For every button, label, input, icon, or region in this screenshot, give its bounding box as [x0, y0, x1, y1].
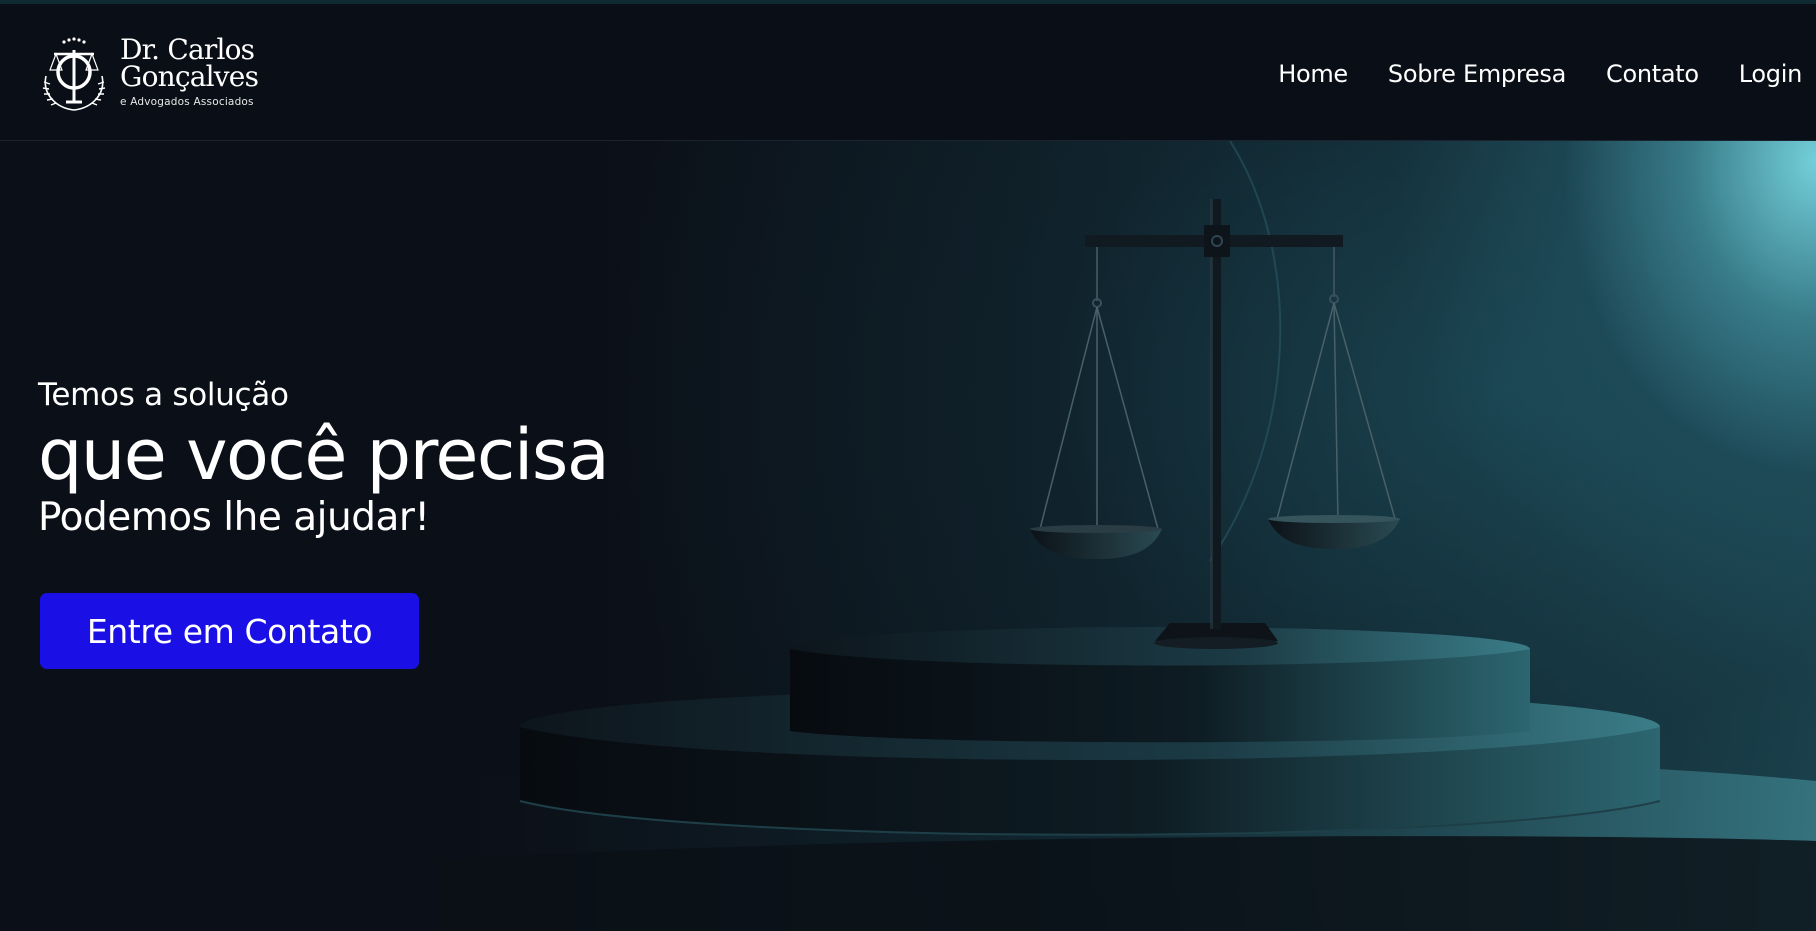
hero-text-block: Temos a solução que você precisa Podemos… — [38, 377, 610, 540]
brand-logo[interactable]: Dr. Carlos Gonçalves e Advogados Associa… — [38, 32, 268, 116]
contact-cta-button[interactable]: Entre em Contato — [40, 593, 419, 669]
brand-tagline: e Advogados Associados — [120, 96, 254, 108]
brand-text: Dr. Carlos Gonçalves e Advogados Associa… — [120, 33, 259, 109]
nav-link-sobre-empresa[interactable]: Sobre Empresa — [1388, 60, 1566, 88]
hero-eyebrow: Temos a solução — [38, 377, 289, 413]
brand-name-line1: Dr. Carlos — [120, 33, 255, 66]
scales-of-justice-icon — [42, 37, 106, 111]
hero-headline: que você precisa — [38, 414, 610, 496]
nav-link-contato[interactable]: Contato — [1606, 60, 1699, 88]
hero-subhead: Podemos lhe ajudar! — [38, 495, 430, 540]
hero-section: Temos a solução que você precisa Podemos… — [0, 141, 1816, 931]
brand-name-line2: Gonçalves — [120, 60, 259, 93]
site-header: Dr. Carlos Gonçalves e Advogados Associa… — [0, 0, 1816, 141]
main-nav: Home Sobre Empresa Contato Login — [1278, 60, 1802, 88]
nav-link-login[interactable]: Login — [1739, 60, 1803, 88]
page: Dr. Carlos Gonçalves e Advogados Associa… — [0, 0, 1816, 931]
nav-link-home[interactable]: Home — [1278, 60, 1348, 88]
